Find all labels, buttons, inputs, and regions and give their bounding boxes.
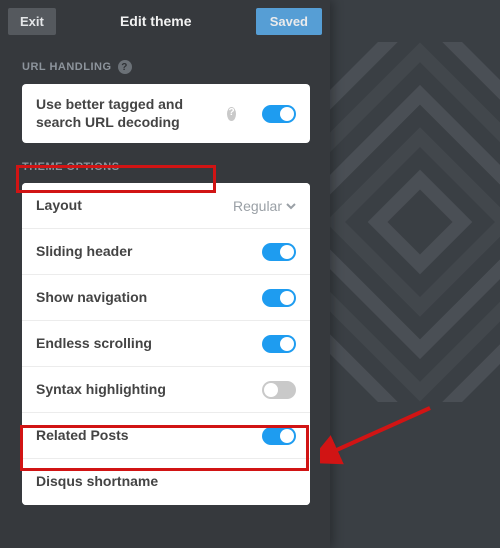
- row-label: Disqus shortname: [36, 473, 158, 491]
- saved-button[interactable]: Saved: [256, 8, 322, 35]
- row-label: Layout: [36, 197, 82, 215]
- toggle-related-posts[interactable]: [262, 427, 296, 445]
- toggle-endless-scrolling[interactable]: [262, 335, 296, 353]
- help-icon[interactable]: ?: [227, 107, 236, 121]
- toggle-syntax-highlighting[interactable]: [262, 381, 296, 399]
- section-url-handling: URL HANDLING ? Use better tagged and sea…: [0, 42, 330, 147]
- row-url-decoding: Use better tagged and search URL decodin…: [22, 84, 310, 143]
- row-sliding-header: Sliding header: [22, 229, 310, 275]
- help-icon[interactable]: ?: [118, 60, 132, 74]
- row-disqus-shortname[interactable]: Disqus shortname: [22, 459, 310, 505]
- section-theme-options: THEME OPTIONS Layout Regular Sliding hea…: [0, 147, 330, 509]
- row-label: Endless scrolling: [36, 335, 152, 353]
- row-label: Use better tagged and search URL decodin…: [36, 96, 236, 131]
- row-syntax-highlighting: Syntax highlighting: [22, 367, 310, 413]
- card-theme-options: Layout Regular Sliding header Show navig…: [22, 183, 310, 505]
- theme-editor-sidebar: Exit Edit theme Saved URL HANDLING ? Use…: [0, 0, 330, 548]
- row-label: Related Posts: [36, 427, 129, 445]
- select-value-text: Regular: [233, 198, 282, 214]
- row-label: Show navigation: [36, 289, 147, 307]
- toggle-url-decoding[interactable]: [262, 105, 296, 123]
- exit-button[interactable]: Exit: [8, 8, 56, 35]
- row-label-text: Use better tagged and search URL decodin…: [36, 96, 221, 131]
- page-title: Edit theme: [64, 13, 248, 29]
- section-header-theme-options: THEME OPTIONS: [22, 161, 310, 183]
- row-label: Sliding header: [36, 243, 132, 261]
- row-related-posts: Related Posts: [22, 413, 310, 459]
- section-header-label: URL HANDLING: [22, 61, 112, 73]
- row-show-navigation: Show navigation: [22, 275, 310, 321]
- topbar: Exit Edit theme Saved: [0, 0, 330, 42]
- toggle-show-navigation[interactable]: [262, 289, 296, 307]
- chevron-down-icon: [286, 201, 296, 211]
- toggle-sliding-header[interactable]: [262, 243, 296, 261]
- layout-select-value[interactable]: Regular: [233, 198, 296, 214]
- row-label: Syntax highlighting: [36, 381, 166, 399]
- row-endless-scrolling: Endless scrolling: [22, 321, 310, 367]
- card-url-handling: Use better tagged and search URL decodin…: [22, 84, 310, 143]
- row-layout[interactable]: Layout Regular: [22, 183, 310, 229]
- annotation-arrow-icon: [320, 398, 440, 493]
- section-header-url-handling: URL HANDLING ?: [22, 60, 310, 84]
- background-pattern: [330, 42, 500, 402]
- section-header-label: THEME OPTIONS: [22, 161, 120, 173]
